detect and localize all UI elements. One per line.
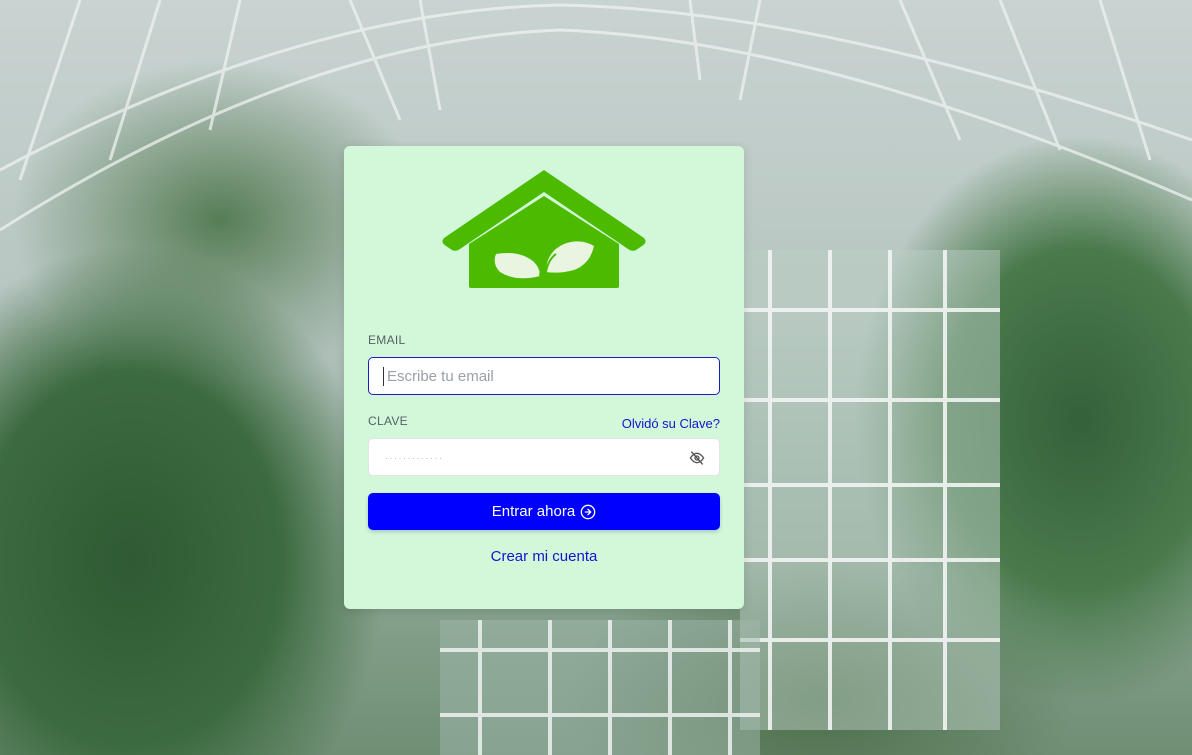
forgot-password-link[interactable]: Olvidó su Clave?	[622, 416, 720, 431]
create-account-link[interactable]: Crear mi cuenta	[344, 548, 744, 565]
login-submit-button[interactable]: Entrar ahora	[368, 493, 720, 530]
greenhouse-logo-icon	[442, 170, 646, 288]
login-submit-label: Entrar ahora	[491, 503, 576, 520]
greenhouse-window-decoration-lower	[440, 620, 760, 755]
greenhouse-window-decoration	[740, 250, 1000, 730]
email-label: EMAIL	[368, 333, 406, 347]
password-label: CLAVE	[368, 414, 408, 428]
email-input[interactable]	[369, 358, 719, 394]
arrow-circle-right-icon	[580, 504, 596, 519]
password-field[interactable]: ·············	[368, 438, 720, 476]
eye-off-icon[interactable]	[689, 450, 705, 466]
email-field[interactable]	[368, 357, 720, 395]
password-mask: ·············	[385, 453, 444, 463]
login-card: EMAIL CLAVE Olvidó su Clave? ···········…	[344, 146, 744, 609]
